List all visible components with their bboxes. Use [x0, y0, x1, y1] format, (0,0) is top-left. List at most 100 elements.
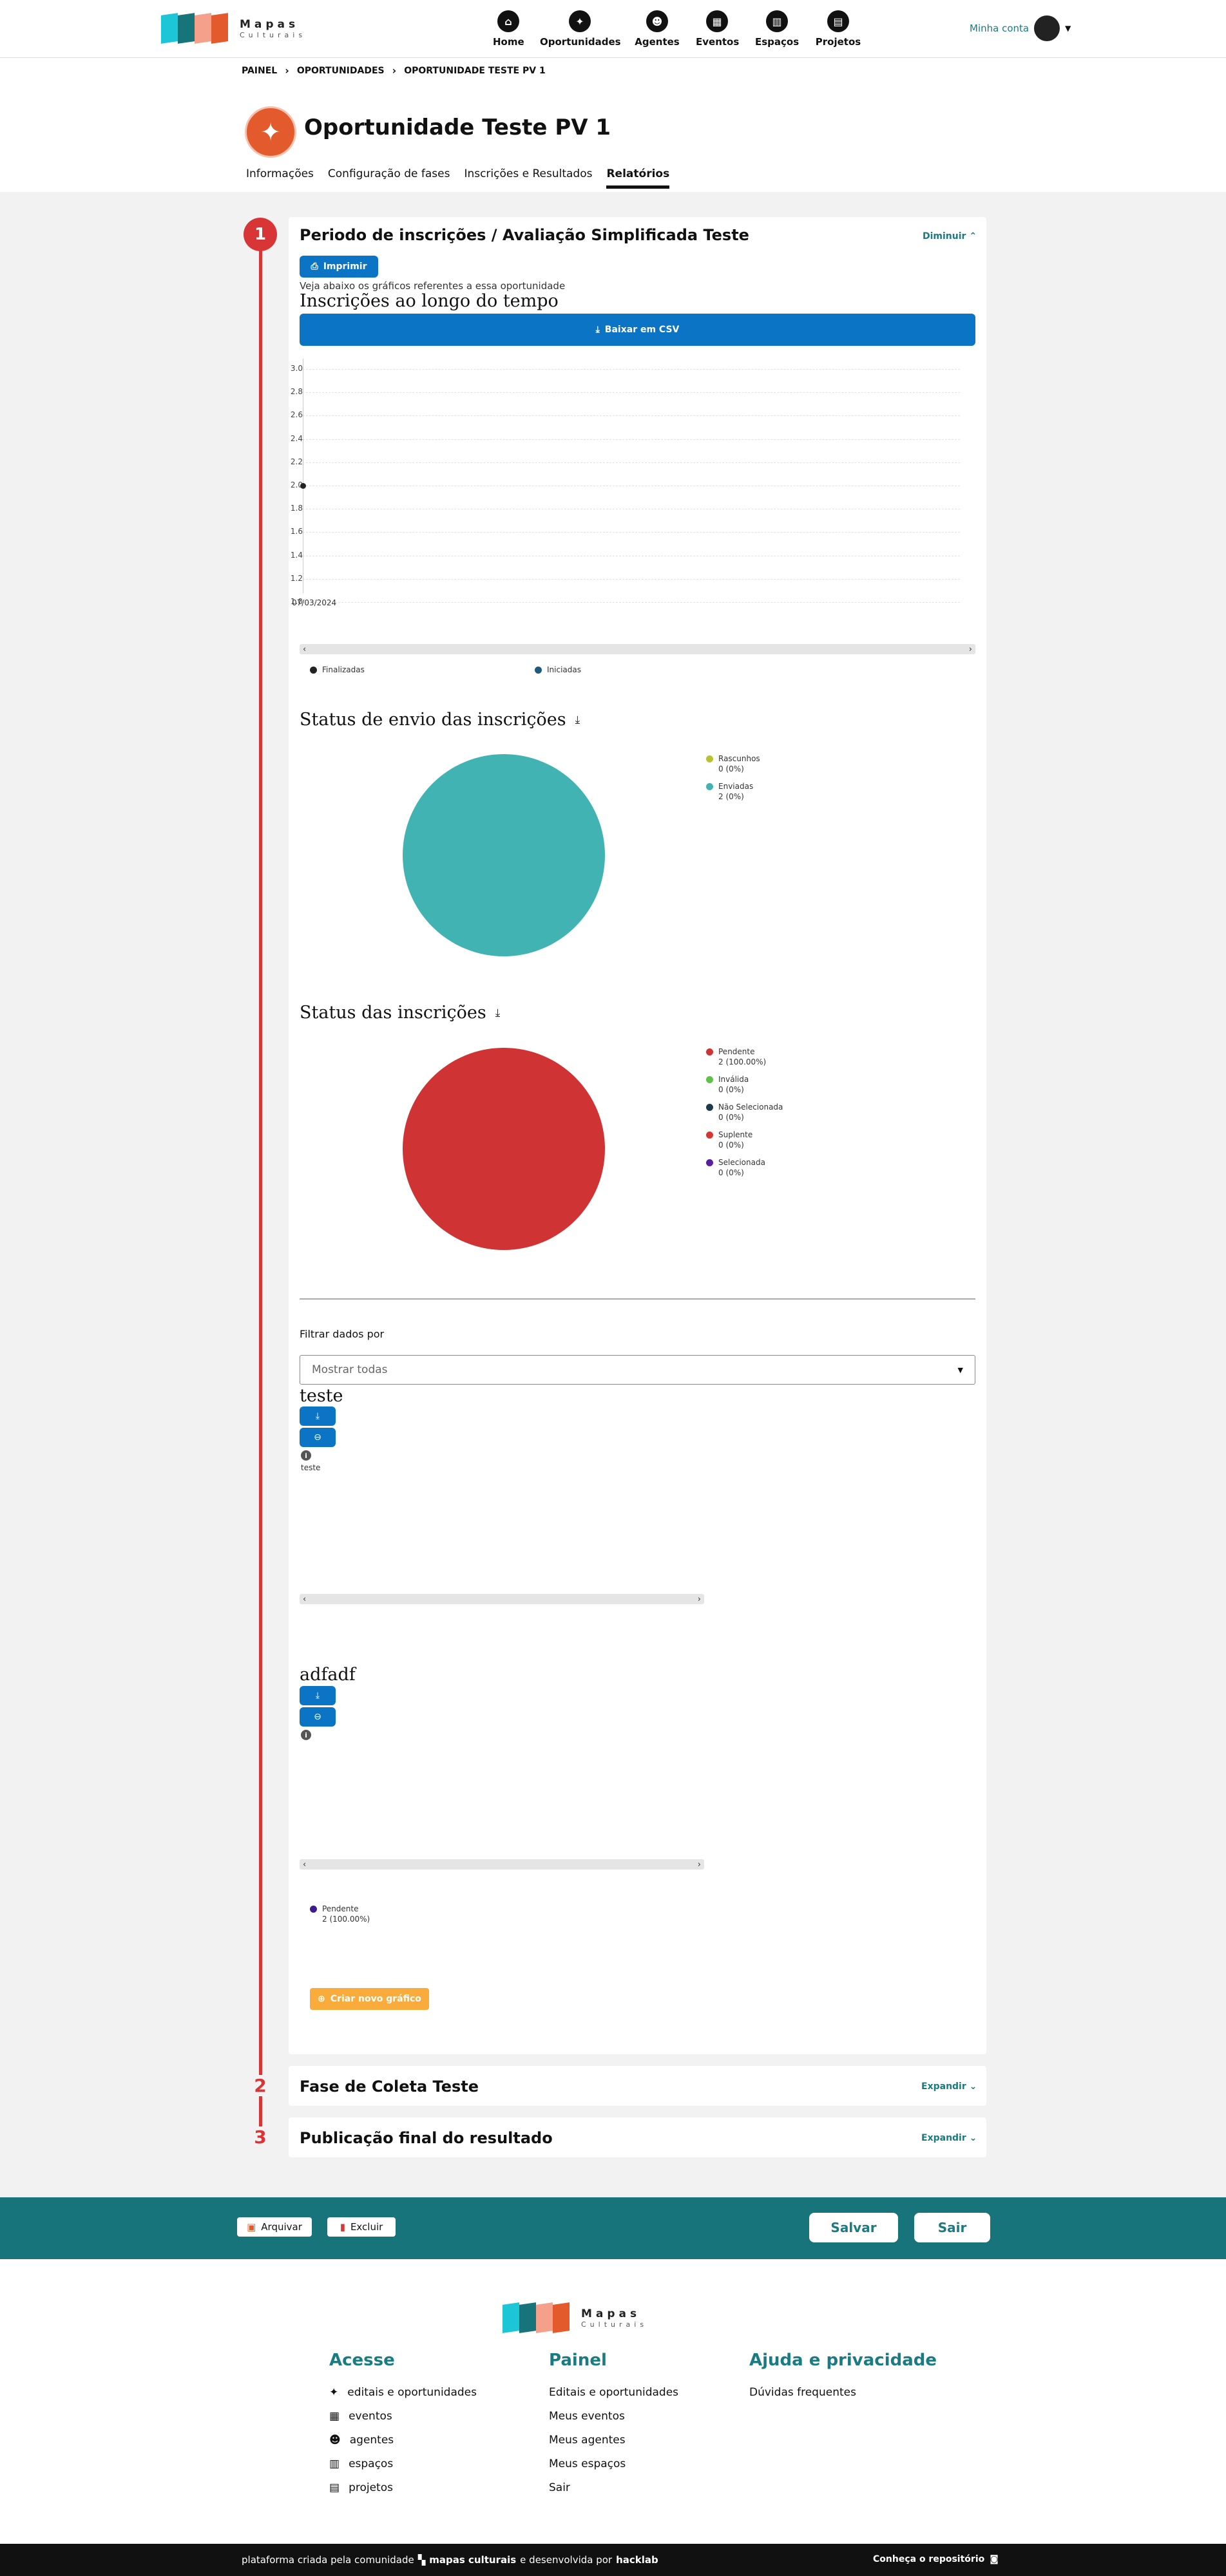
exit-button[interactable]: Sair	[914, 2213, 990, 2242]
gridline	[303, 462, 960, 463]
breadcrumb-current: OPORTUNIDADE TESTE PV 1	[404, 65, 546, 76]
footer-brand-name: Mapas	[581, 2307, 641, 2320]
timeline-chart: 3.0 2.8 2.6 2.4 2.2 2.0 1.8 1.6 1.4 1.2 1.0 07/03/…	[289, 359, 986, 607]
footer-panel-agentes[interactable]: Meus agentes	[549, 2434, 678, 2447]
footer-help-faq[interactable]: Dúvidas frequentes	[749, 2386, 856, 2399]
nav-oportunidades[interactable]: ✦ Oportunidades	[540, 10, 621, 48]
printer-icon: ⎙	[311, 261, 318, 272]
site-footer: Mapas Culturais Acesse ✦ editais e oportu…	[0, 2259, 1226, 2544]
status-title: Status das inscrições	[300, 1003, 486, 1023]
delete-button[interactable]: ▮ Excluir	[327, 2217, 396, 2237]
phase-1-toggle[interactable]: Diminuir ⌃	[923, 231, 977, 242]
download-icon[interactable]: ⤓	[495, 1007, 501, 1019]
custom-chart-1-download-button[interactable]: ⤓	[300, 1406, 336, 1426]
legend-enviadas[interactable]: Enviadas 2 (0%)	[706, 781, 753, 802]
phase-1-card: Periodo de inscrições / Avaliação Simpli…	[289, 217, 986, 2054]
site-header: Mapas Culturais ⌂ Home ✦ Oportunidades ☻…	[0, 0, 1226, 58]
custom-chart-2-remove-button[interactable]: ⊖	[300, 1707, 336, 1727]
archive-button[interactable]: ▣ Arquivar	[237, 2217, 312, 2237]
pie-slice-pendente[interactable]	[403, 1048, 605, 1250]
print-label: Imprimir	[323, 261, 367, 272]
y-tick-label: 2.4	[290, 433, 303, 443]
footer-link-label: agentes	[349, 2434, 394, 2447]
pie-slice-enviadas[interactable]	[403, 754, 605, 956]
bottom-bar: plataforma criada pela comunidade ▚ mapa…	[0, 2544, 1226, 2576]
credit-brand[interactable]: mapas culturais	[429, 2554, 516, 2566]
filter-select[interactable]: Mostrar todas ▼	[300, 1355, 975, 1385]
footer-link-espacos[interactable]: ▥ espaços	[329, 2458, 477, 2470]
y-tick-label: 1.2	[290, 573, 303, 583]
credit-dev[interactable]: hacklab	[616, 2554, 658, 2566]
custom-chart-2-download-button[interactable]: ⤓	[300, 1686, 336, 1705]
phase-1-title: Periodo de inscrições / Avaliação Simpli…	[300, 226, 749, 244]
tab-relatorios[interactable]: Relatórios	[606, 167, 670, 189]
delete-label: Excluir	[350, 2221, 383, 2233]
phase-2-number: 2	[244, 2075, 277, 2096]
phase-3-toggle[interactable]: Expandir ⌄	[921, 2133, 977, 2143]
nav-home[interactable]: ⌂ Home	[493, 10, 524, 48]
gridline	[303, 439, 960, 440]
breadcrumb-oportunidades[interactable]: OPORTUNIDADES	[297, 66, 385, 76]
phase-2-toggle[interactable]: Expandir ⌄	[921, 2081, 977, 2092]
chart-scrollbar[interactable]: ‹ ›	[300, 644, 975, 654]
breadcrumb-painel[interactable]: PAINEL	[242, 66, 277, 76]
download-icon: ⤓	[315, 1690, 320, 1701]
footer-panel-list: Editais e oportunidades Meus eventos Meu…	[549, 2386, 678, 2494]
legend-status-item[interactable]: Suplente 0 (0%)	[706, 1130, 752, 1150]
legend-status-item[interactable]: Pendente 2 (100.00%)	[706, 1046, 766, 1067]
info-icon[interactable]: i	[301, 1450, 311, 1461]
footer-panel-espacos[interactable]: Meus espaços	[549, 2458, 678, 2470]
chevron-right-icon: ›	[392, 64, 397, 77]
nav-label: Espaços	[755, 36, 800, 48]
series-point-finalizadas[interactable]	[300, 483, 306, 489]
download-icon[interactable]: ⤓	[575, 714, 580, 726]
account-label: Minha conta	[970, 23, 1030, 34]
tab-inscricoes[interactable]: Inscrições e Resultados	[464, 167, 592, 189]
footer-panel-eventos[interactable]: Meus eventos	[549, 2410, 678, 2423]
legend-finalizadas[interactable]: Finalizadas	[310, 665, 365, 675]
csv-download-button[interactable]: ⤓ Baixar em CSV	[300, 314, 975, 346]
footer-link-projetos[interactable]: ▤ projetos	[329, 2481, 477, 2494]
footer-link-label: espaços	[349, 2458, 394, 2470]
legend-label: Inválida	[718, 1075, 749, 1084]
footer-panel-title: Painel	[549, 2351, 607, 2370]
print-button[interactable]: ⎙ Imprimir	[300, 256, 378, 278]
phase-1-number: 1	[244, 218, 277, 251]
save-button[interactable]: Salvar	[809, 2213, 898, 2242]
new-chart-button[interactable]: ⊕ Criar novo gráfico	[310, 1988, 429, 2010]
legend-status-item[interactable]: Selecionada 0 (0%)	[706, 1157, 765, 1178]
footer-logo[interactable]: Mapas Culturais	[503, 2302, 647, 2333]
info-icon[interactable]: i	[301, 1730, 311, 1740]
tab-informacoes[interactable]: Informações	[246, 167, 314, 189]
legend-label: Pendente	[718, 1047, 755, 1056]
footer-link-agentes[interactable]: ☻ agentes	[329, 2434, 477, 2447]
footer-panel-editais[interactable]: Editais e oportunidades	[549, 2386, 678, 2399]
footer-link-editais[interactable]: ✦ editais e oportunidades	[329, 2386, 477, 2399]
repo-link[interactable]: Conheça o repositório ◙	[873, 2554, 999, 2564]
footer-link-eventos[interactable]: ▦ eventos	[329, 2410, 477, 2423]
nav-projetos[interactable]: ▤ Projetos	[815, 10, 861, 48]
y-tick-label: 1.6	[290, 527, 303, 536]
phase-2-card: Fase de Coleta Teste Expandir ⌄	[289, 2066, 986, 2106]
legend-status-item[interactable]: Inválida 0 (0%)	[706, 1074, 749, 1095]
account-menu[interactable]: Minha conta ▼	[970, 15, 1071, 41]
remove-icon: ⊖	[314, 1432, 321, 1443]
legend-label: Finalizadas	[322, 665, 365, 674]
nav-espacos[interactable]: ▥ Espaços	[755, 10, 799, 48]
tab-configuracao[interactable]: Configuração de fases	[328, 167, 450, 189]
custom-chart-1-remove-button[interactable]: ⊖	[300, 1428, 336, 1447]
legend-iniciadas[interactable]: Iniciadas	[535, 665, 581, 675]
legend-status-item[interactable]: Não Selecionada 0 (0%)	[706, 1102, 783, 1122]
nav-eventos[interactable]: ▦ Eventos	[696, 10, 739, 48]
brand-logo[interactable]: Mapas Culturais	[161, 13, 306, 44]
legend-rascunhos[interactable]: Rascunhos 0 (0%)	[706, 753, 760, 774]
tab-bar: Informações Configuração de fases Inscri…	[246, 167, 670, 189]
page-header: PAINEL › OPORTUNIDADES › OPORTUNIDADE TE…	[0, 58, 1226, 192]
custom-chart-1-scrollbar[interactable]: ‹ ›	[300, 1594, 704, 1604]
nav-agentes[interactable]: ☻ Agentes	[635, 10, 680, 48]
footer-panel-sair[interactable]: Sair	[549, 2481, 678, 2494]
legend-pendente[interactable]: Pendente 2 (100.00%)	[310, 1904, 370, 1924]
custom-chart-2-scrollbar[interactable]: ‹ ›	[300, 1859, 704, 1870]
legend-value: 0 (0%)	[718, 764, 744, 774]
building-icon: ▥	[766, 10, 788, 32]
